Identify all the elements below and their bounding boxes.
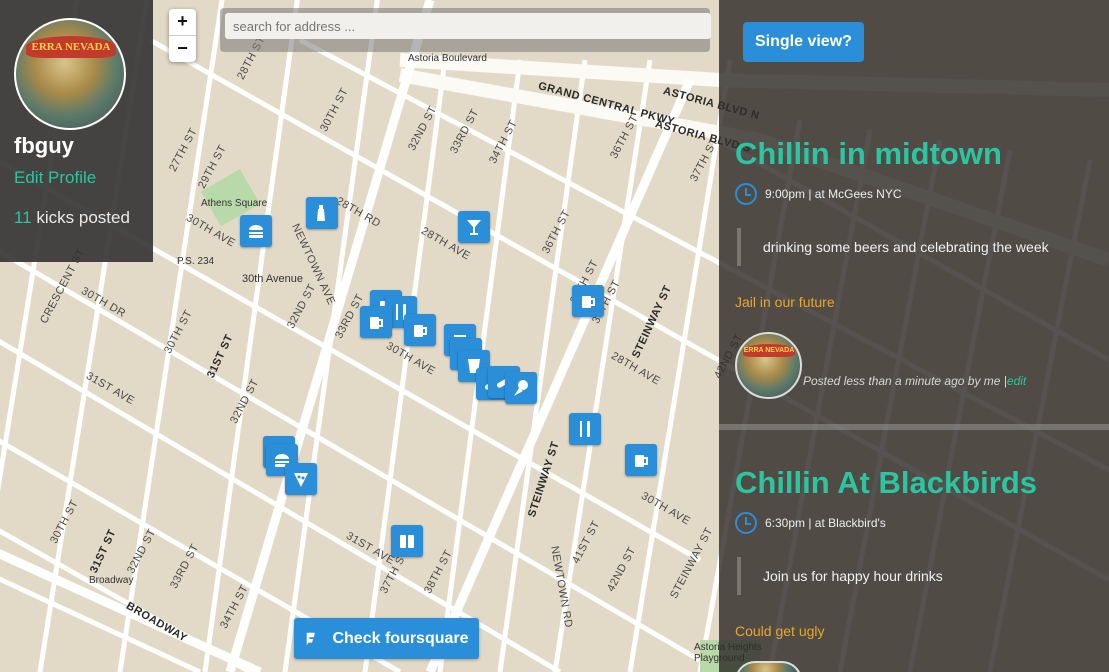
post-time-place: 6:30pm | at Blackbird's — [765, 516, 886, 530]
drinks-marker[interactable] — [391, 525, 423, 557]
pizza-marker[interactable] — [285, 463, 317, 495]
zoom-control: + − — [169, 9, 196, 62]
restaurant-marker[interactable] — [569, 413, 601, 445]
beer-marker[interactable] — [360, 306, 392, 338]
post-description: drinking some beers and celebrating the … — [737, 228, 1049, 266]
single-view-button[interactable]: Single view? — [743, 22, 864, 62]
bottle-marker[interactable] — [306, 197, 338, 229]
place-30th-avenue: 30th Avenue — [242, 273, 303, 285]
post-edit-link[interactable]: edit — [1007, 374, 1026, 388]
username: fbguy — [14, 133, 74, 158]
cocktail-marker[interactable] — [458, 211, 490, 243]
post-avatar-band: ERRA NEVADA — [743, 344, 795, 357]
post-tagline: Jail in our future — [735, 294, 835, 310]
place-astoria-boulevard: Astoria Boulevard — [408, 53, 487, 64]
zoom-out-button[interactable]: − — [169, 35, 196, 62]
post-footer: Posted less than a minute ago by me |edi… — [803, 374, 1026, 388]
edit-profile-link[interactable]: Edit Profile — [14, 168, 96, 188]
clock-icon — [735, 512, 757, 534]
post-divider — [719, 424, 1109, 430]
search-bar — [220, 8, 711, 52]
place-athens-square: Athens Square — [201, 198, 268, 209]
place-broadway: Broadway — [89, 575, 134, 586]
post-title[interactable]: Chillin At Blackbirds — [735, 465, 1037, 501]
post-avatar[interactable] — [735, 661, 802, 672]
avatar[interactable]: ERRA NEVADA — [14, 18, 126, 130]
beer-marker[interactable] — [572, 285, 604, 317]
check-foursquare-label: Check foursquare — [332, 629, 469, 647]
place-ps-234: P.S. 234 — [177, 256, 215, 267]
post-description: Join us for happy hour drinks — [737, 557, 943, 595]
kicks-count: 11 kicks posted — [14, 208, 130, 228]
beer-marker[interactable] — [625, 444, 657, 476]
address-search-input[interactable] — [225, 13, 711, 39]
beer-marker[interactable] — [404, 314, 436, 346]
post-avatar[interactable]: ERRA NEVADA — [735, 332, 802, 399]
kicks-number: 11 — [14, 208, 32, 227]
post-title[interactable]: Chillin in midtown — [735, 136, 1002, 172]
avatar-band: ERRA NEVADA — [26, 36, 116, 58]
profile-panel: ERRA NEVADA fbguy Edit Profile 11 kicks … — [0, 0, 153, 262]
zoom-in-button[interactable]: + — [169, 9, 196, 35]
posted-text: Posted less than a minute ago by me | — [803, 374, 1007, 388]
clock-icon — [735, 183, 757, 205]
icecream-marker[interactable] — [505, 372, 537, 404]
kicks-feed: Single view? Chillin in midtown 9:00pm |… — [719, 0, 1109, 672]
post-time-place: 9:00pm | at McGees NYC — [765, 187, 902, 201]
kicks-label: kicks posted — [36, 208, 130, 227]
foursquare-icon — [307, 632, 316, 645]
post-tagline: Could get ugly — [735, 623, 825, 639]
check-foursquare-button[interactable]: Check foursquare — [294, 618, 479, 659]
burger-marker[interactable] — [240, 215, 272, 247]
